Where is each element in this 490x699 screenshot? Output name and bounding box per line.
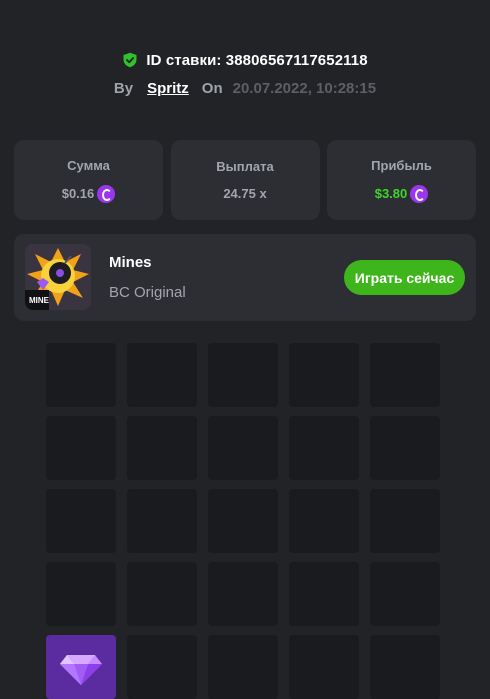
bet-meta: By Spritz On 20.07.2022, 10:28:15 xyxy=(0,80,490,97)
mines-grid xyxy=(46,343,440,699)
username-link[interactable]: Spritz xyxy=(147,80,189,97)
stat-value-text: $0.16 xyxy=(61,186,95,201)
mine-tile xyxy=(127,635,197,699)
bet-datetime: 20.07.2022, 10:28:15 xyxy=(232,80,377,97)
shield-check-icon xyxy=(123,52,137,68)
mine-tile xyxy=(208,343,278,407)
stat-value: $0.16 xyxy=(61,184,116,203)
game-card: MINE Mines BC Original Играть сейчас xyxy=(14,234,476,321)
bc-coin-icon xyxy=(410,184,429,203)
mines-thumbnail-image: MINE xyxy=(25,244,91,310)
stat-amount: Сумма $0.16 xyxy=(14,140,163,220)
stat-label: Сумма xyxy=(67,157,110,173)
mine-tile xyxy=(370,635,440,699)
mine-tile xyxy=(46,343,116,407)
stat-value: $3.80 xyxy=(374,184,429,203)
mine-tile xyxy=(127,489,197,553)
mine-tile xyxy=(289,562,359,626)
mine-tile xyxy=(370,562,440,626)
mine-tile xyxy=(46,416,116,480)
stat-label: Выплата xyxy=(216,159,274,174)
mine-tile xyxy=(289,489,359,553)
mine-tile xyxy=(208,562,278,626)
stat-label: Прибыль xyxy=(371,157,432,173)
mine-tile xyxy=(127,343,197,407)
mine-tile xyxy=(208,416,278,480)
game-title: Mines xyxy=(109,254,152,271)
mine-tile xyxy=(289,343,359,407)
mine-tile xyxy=(289,416,359,480)
thumb-badge: MINE xyxy=(29,296,50,305)
mine-tile xyxy=(208,489,278,553)
stat-payout: Выплата 24.75 x xyxy=(170,140,320,220)
on-label: On xyxy=(201,80,223,97)
gem-tile xyxy=(46,635,116,699)
stat-value-text: 24.75 x xyxy=(223,186,267,201)
mine-tile xyxy=(208,635,278,699)
bet-id-row: ID ставки: 38806567117652118 xyxy=(0,49,490,71)
bc-coin-icon xyxy=(97,184,116,203)
mine-tile xyxy=(46,489,116,553)
stat-value: 24.75 x xyxy=(223,186,266,201)
stat-profit: Прибыль $3.80 xyxy=(327,140,476,220)
mine-tile xyxy=(127,562,197,626)
mine-tile xyxy=(127,416,197,480)
bet-header: ID ставки: 38806567117652118 By Spritz O… xyxy=(0,49,490,98)
game-thumbnail[interactable]: MINE xyxy=(25,244,91,310)
bet-id: ID ставки: 38806567117652118 xyxy=(146,51,368,69)
by-label: By xyxy=(113,80,134,97)
bet-stats: Сумма $0.16 Выплата 24.75 x Прибыль $3.8… xyxy=(14,140,476,220)
play-now-button[interactable]: Играть сейчас xyxy=(344,260,465,295)
mine-tile xyxy=(370,343,440,407)
mine-tile xyxy=(289,635,359,699)
game-subtitle: BC Original xyxy=(109,284,186,301)
mine-tile xyxy=(370,416,440,480)
diamond-icon xyxy=(60,655,102,685)
mine-tile xyxy=(46,562,116,626)
stat-value-text: $3.80 xyxy=(374,186,408,201)
mine-tile xyxy=(370,489,440,553)
